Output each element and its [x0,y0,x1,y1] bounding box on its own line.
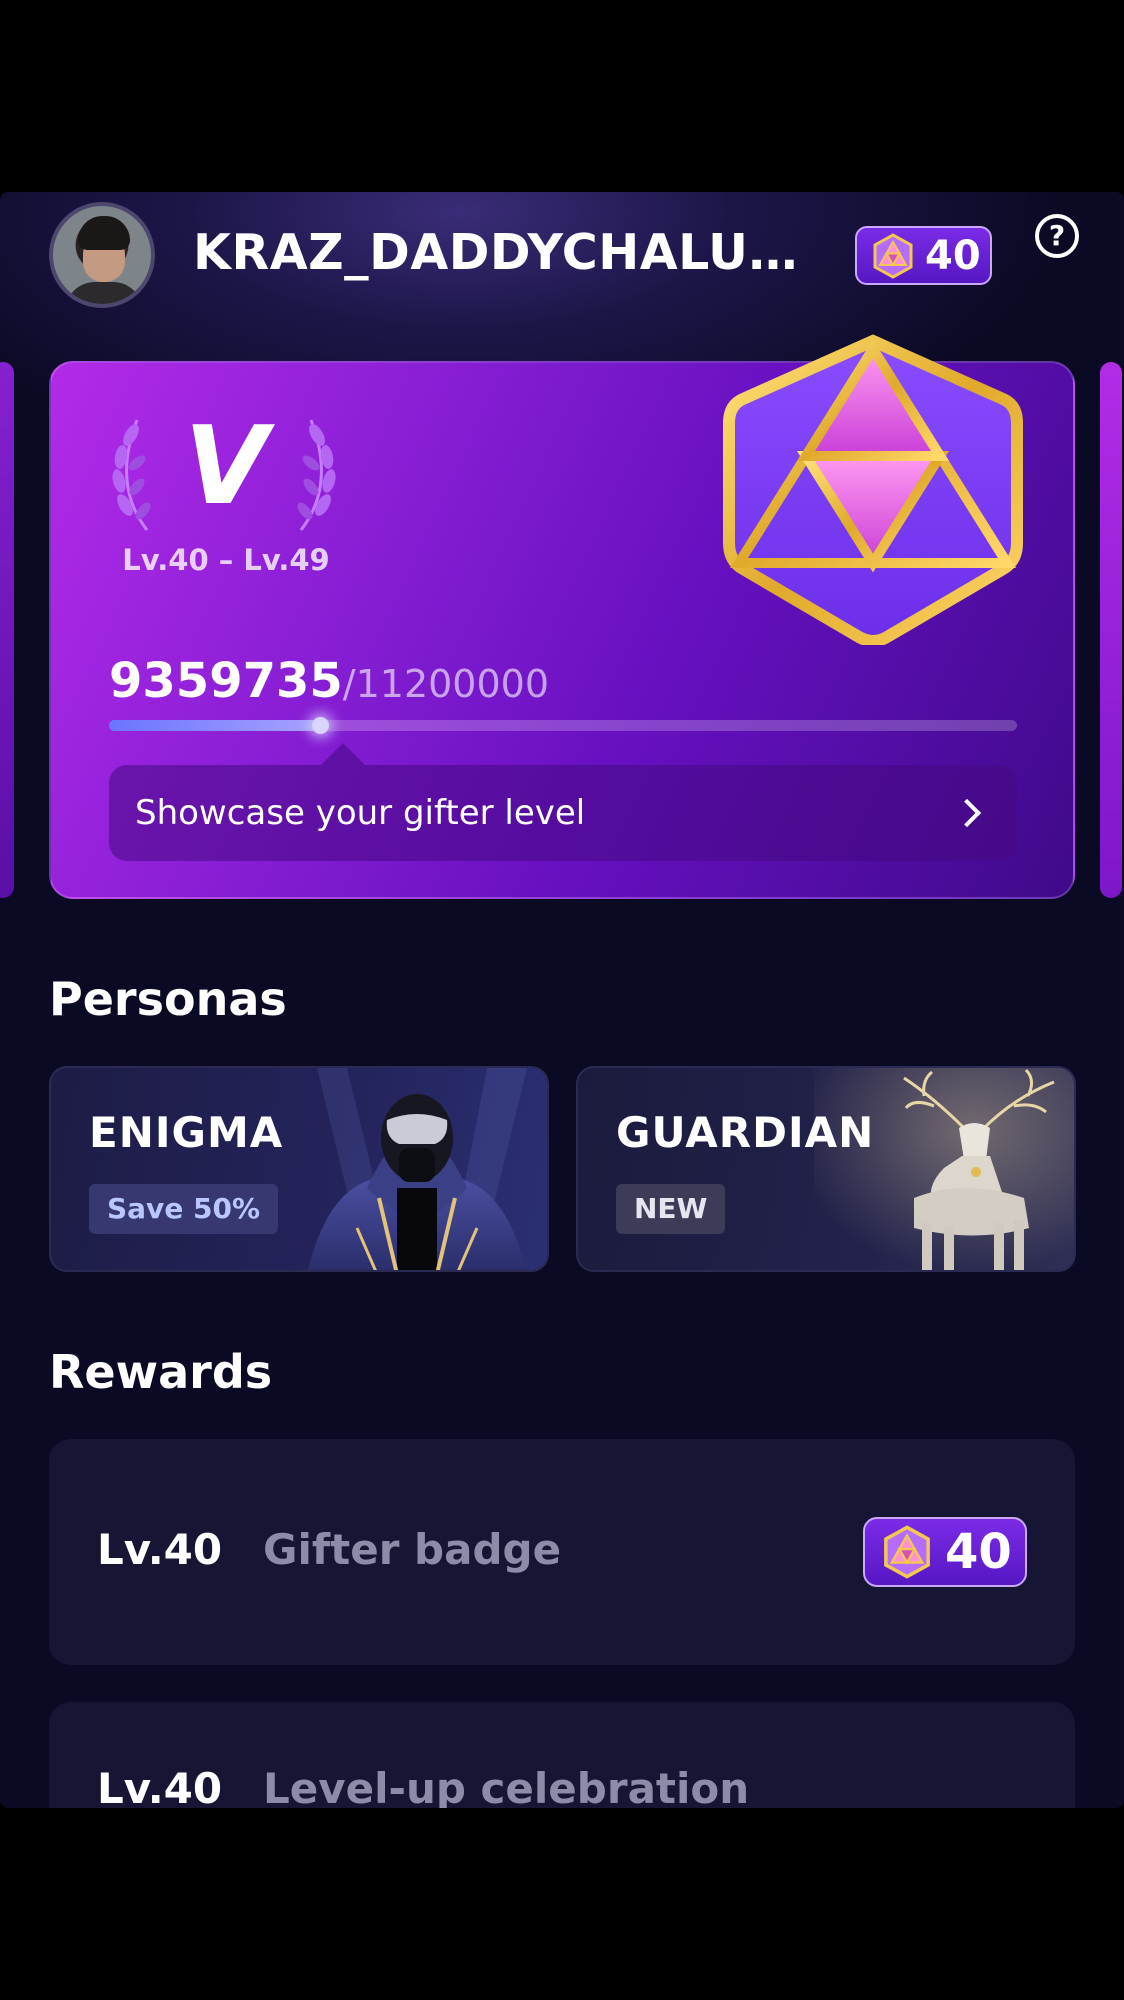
progress-total: /11200000 [342,662,550,706]
header-level-badge[interactable]: 40 [855,226,992,285]
username: KRAZ_DADDYCHALUP... [193,224,803,281]
progress-text: 9359735/11200000 [109,653,549,709]
tier-level-range: Lv.40 – Lv.49 [122,543,330,577]
progress-current: 9359735 [109,653,343,709]
persona-name: GUARDIAN [616,1108,875,1157]
reward-level: Lv.40 [97,1525,223,1574]
stag-image [814,1068,1074,1270]
tier-gem-icon [723,334,1023,645]
progress-bar-fill [109,717,330,734]
hooded-figure-image [308,1068,527,1270]
persona-card-enigma[interactable]: ENIGMA Save 50% [49,1066,549,1272]
persona-new-tag: NEW [616,1184,726,1234]
progress-bar [109,717,1017,734]
showcase-gifter-level-button[interactable]: Showcase your gifter level [109,765,1017,861]
persona-discount-tag: Save 50% [89,1184,279,1234]
persona-name: ENIGMA [89,1108,284,1157]
gem-icon [873,232,913,279]
showcase-label: Showcase your gifter level [135,793,586,833]
reward-label: Level-up celebration [263,1764,750,1808]
badge-level-number: 40 [945,1524,1012,1580]
reward-level: Lv.40 [97,1764,223,1808]
user-avatar[interactable] [49,202,155,308]
gem-icon [884,1525,930,1579]
personas-title: Personas [49,972,287,1026]
progress-pointer [321,743,365,765]
gifter-badge-preview: 40 [863,1517,1027,1587]
rewards-title: Rewards [49,1345,273,1399]
reward-label: Gifter badge [263,1525,562,1574]
chevron-right-icon [952,798,982,828]
tier-numeral: V [184,404,268,529]
persona-card-guardian[interactable]: GUARDIAN NEW [576,1066,1076,1272]
header-level-number: 40 [925,232,981,279]
question-circle-icon[interactable]: ? [1035,214,1079,258]
reward-row-gifter-badge[interactable]: Lv.40 Gifter badge 40 [49,1439,1075,1665]
next-tier-card[interactable] [1100,362,1122,898]
previous-tier-card[interactable] [0,362,14,898]
reward-row-level-up-celebration[interactable]: Lv.40 Level-up celebration [49,1702,1075,1808]
current-tier-card: V Lv.40 – Lv.49 9359735/11200000 Showcas… [49,334,1075,899]
laurel-left-icon [112,419,151,531]
gifter-level-screen: KRAZ_DADDYCHALUP... 40 ? V Lv.40 – Lv.49… [0,192,1124,1808]
